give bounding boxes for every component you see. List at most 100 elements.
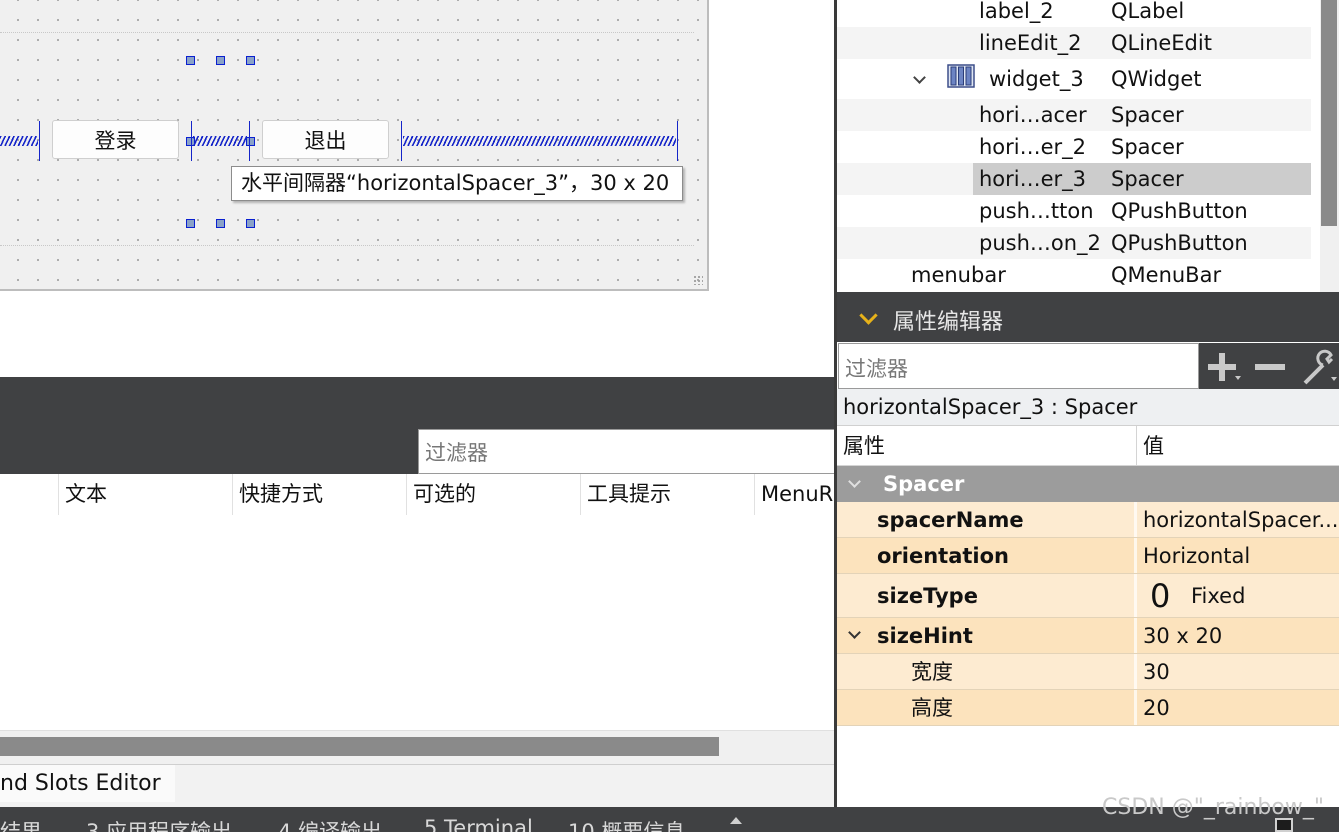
selection-handle[interactable] xyxy=(246,219,255,228)
selection-handle[interactable] xyxy=(216,219,225,228)
selection-handle[interactable] xyxy=(246,137,255,146)
property-filter-input[interactable]: 过滤器 xyxy=(838,343,1199,389)
property-value[interactable]: 30 xyxy=(1143,654,1170,690)
property-value[interactable]: 30 x 20 xyxy=(1143,618,1222,654)
output-tab-results[interactable]: 结果 xyxy=(0,816,42,832)
tree-object-class: QLineEdit xyxy=(1111,31,1212,55)
property-group-label: Spacer xyxy=(883,472,965,496)
column-header-menurole[interactable]: MenuR xyxy=(754,474,836,515)
column-header-shortcut[interactable]: 快捷方式 xyxy=(232,474,406,515)
vertical-scrollbar-thumb[interactable] xyxy=(1321,0,1337,226)
spacer-end-mark xyxy=(249,121,250,161)
tree-row-menubar[interactable]: menubar QMenuBar xyxy=(837,259,1311,291)
layout-guide-line xyxy=(0,32,694,33)
tree-object-name: widget_3 xyxy=(989,67,1084,91)
property-editor-title: 属性编辑器 xyxy=(893,310,1004,335)
horizontal-spacer-3[interactable] xyxy=(193,136,247,146)
tree-object-name: hori…er_2 xyxy=(979,135,1087,159)
tree-row-push-button[interactable]: push…tton QPushButton xyxy=(837,195,1311,227)
property-name: spacerName xyxy=(877,508,1024,532)
property-value[interactable]: Horizontal xyxy=(1143,538,1250,574)
output-tab-app-output[interactable]: 3 应用程序输出 xyxy=(86,816,232,832)
layout-guide-line xyxy=(0,245,694,246)
chevron-down-icon[interactable] xyxy=(913,71,926,84)
property-row-width[interactable]: 宽度 30 xyxy=(837,654,1339,690)
header-value[interactable]: 值 xyxy=(1143,426,1164,466)
property-row-sizehint[interactable]: sizeHint 30 x 20 xyxy=(837,618,1339,654)
property-toolbar xyxy=(1199,343,1339,389)
wrench-icon[interactable] xyxy=(1301,349,1339,385)
tree-object-class: QMenuBar xyxy=(1111,263,1222,287)
maximize-icon[interactable] xyxy=(1275,818,1293,832)
tree-row-widget-3[interactable]: widget_3 QWidget xyxy=(837,59,1311,99)
property-name: 高度 xyxy=(911,696,953,720)
property-row-sizetype[interactable]: sizeType 0 Fixed xyxy=(837,574,1339,618)
object-inspector-tree[interactable]: label_2 QLabel lineEdit_2 QLineEdit widg… xyxy=(837,0,1339,292)
header-property[interactable]: 属性 xyxy=(843,426,885,466)
column-separator xyxy=(1134,690,1137,725)
tree-object-class: Spacer xyxy=(1111,135,1184,159)
remove-property-icon[interactable] xyxy=(1255,363,1285,371)
column-header-tooltip[interactable]: 工具提示 xyxy=(580,474,754,515)
property-name: orientation xyxy=(877,544,1009,568)
property-value[interactable]: Fixed xyxy=(1191,574,1245,618)
property-row-height[interactable]: 高度 20 xyxy=(837,690,1339,726)
resize-grip[interactable] xyxy=(693,275,703,285)
tree-object-class: Spacer xyxy=(1111,103,1184,127)
form-preview[interactable]: 登录 退出 xyxy=(0,0,709,291)
watermark: CSDN @"_rainbow_" xyxy=(1102,795,1324,820)
spacer-end-mark xyxy=(39,121,40,161)
header-separator xyxy=(1136,426,1137,466)
column-header-checkable[interactable]: 可选的 xyxy=(406,474,580,515)
property-value[interactable]: horizontalSpacer... xyxy=(1143,502,1338,538)
tree-object-class: QLabel xyxy=(1111,0,1185,23)
selection-handle[interactable] xyxy=(216,56,225,65)
tree-object-name: menubar xyxy=(911,263,1006,287)
chevron-down-icon[interactable] xyxy=(848,626,861,639)
tree-object-name: hori…er_3 xyxy=(979,167,1087,191)
selection-handle[interactable] xyxy=(246,56,255,65)
spacer-end-mark xyxy=(191,121,192,161)
column-separator xyxy=(1134,502,1137,537)
property-row-orientation[interactable]: orientation Horizontal xyxy=(837,538,1339,574)
column-separator xyxy=(1134,538,1137,573)
output-tab-terminal[interactable]: 5 Terminal xyxy=(424,816,533,832)
property-group-spacer[interactable]: Spacer xyxy=(837,466,1339,502)
property-name: 宽度 xyxy=(911,660,953,684)
tree-row-label-2[interactable]: label_2 QLabel xyxy=(837,0,1311,27)
column-separator xyxy=(1134,654,1137,689)
chevron-up-icon[interactable] xyxy=(730,817,742,824)
tree-row-push-button-2[interactable]: push…on_2 QPushButton xyxy=(837,227,1311,259)
selection-handle[interactable] xyxy=(186,56,195,65)
widget-layout-icon xyxy=(947,64,975,88)
property-value[interactable]: 20 xyxy=(1143,690,1170,726)
horizontal-spacer-right[interactable] xyxy=(403,136,676,146)
tree-object-name: label_2 xyxy=(979,0,1054,23)
spacer-end-mark xyxy=(677,121,678,161)
output-tab-compile-output[interactable]: 4 编译输出 xyxy=(278,816,382,832)
tree-row-horizontal-spacer-2[interactable]: hori…er_2 Spacer xyxy=(837,131,1311,163)
tree-row-horizontal-spacer[interactable]: hori…acer Spacer xyxy=(837,99,1311,131)
property-row-spacername[interactable]: spacerName horizontalSpacer... xyxy=(837,502,1339,538)
add-property-icon[interactable] xyxy=(1207,352,1241,382)
column-separator xyxy=(1134,618,1137,653)
login-button[interactable]: 登录 xyxy=(52,120,179,159)
tab-signals-slots-editor[interactable]: nd Slots Editor xyxy=(0,765,175,802)
action-table[interactable]: 文本 快捷方式 可选的 工具提示 MenuR xyxy=(0,474,836,730)
output-tab-summary[interactable]: 10 概要信息 xyxy=(568,816,685,832)
exit-button[interactable]: 退出 xyxy=(262,120,389,159)
horizontal-spacer-left[interactable] xyxy=(0,136,38,146)
tree-row-horizontal-spacer-3-selected[interactable]: hori…er_3 Spacer xyxy=(837,163,1311,195)
selection-handle[interactable] xyxy=(186,219,195,228)
action-filter-input[interactable]: 过滤器 xyxy=(418,429,836,474)
spacer-tooltip: 水平间隔器“horizontalSpacer_3”，30 x 20 xyxy=(231,166,684,201)
horizontal-scrollbar-thumb[interactable] xyxy=(0,737,719,756)
tree-object-class: QWidget xyxy=(1111,67,1202,91)
column-separator xyxy=(1134,574,1137,617)
tree-object-class: QPushButton xyxy=(1111,231,1248,255)
spacer-end-mark xyxy=(401,121,402,161)
property-name: sizeHint xyxy=(877,624,973,648)
column-header-text[interactable]: 文本 xyxy=(58,474,232,515)
size-type-glyph: 0 xyxy=(1150,577,1171,615)
tree-row-lineedit-2[interactable]: lineEdit_2 QLineEdit xyxy=(837,27,1311,59)
